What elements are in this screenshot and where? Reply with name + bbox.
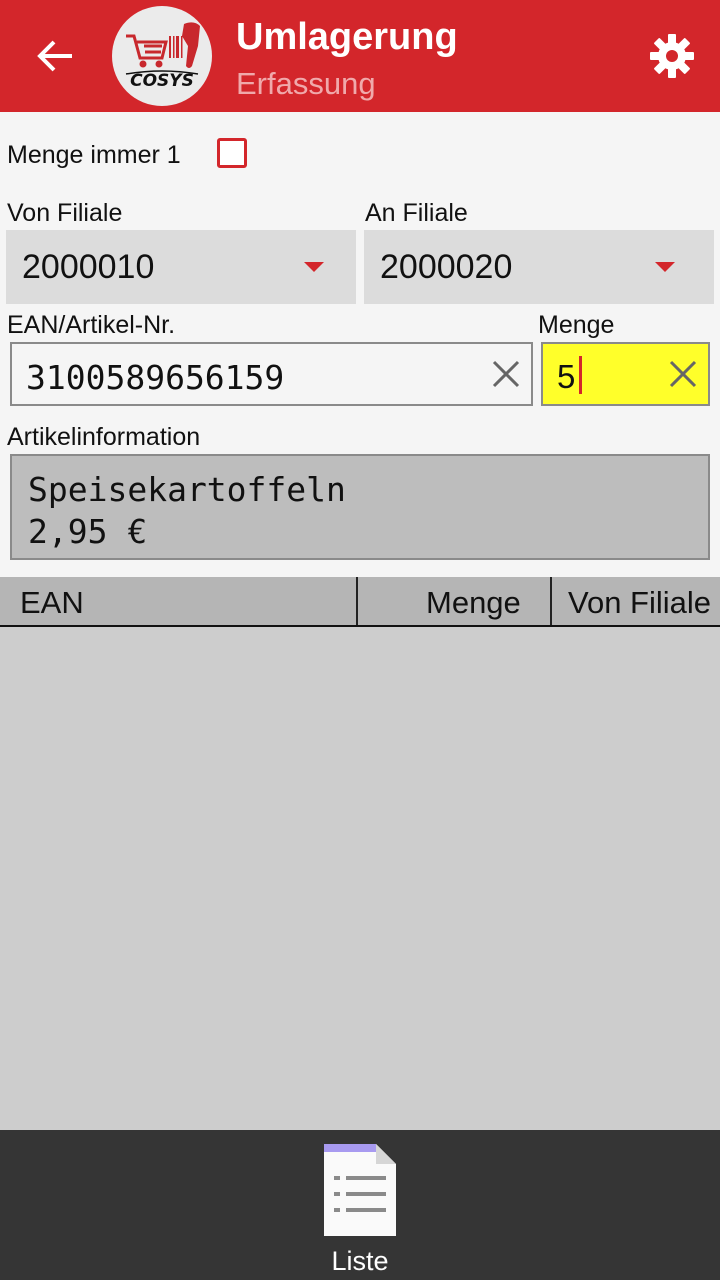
ean-label: EAN/Artikel-Nr. [7, 311, 176, 339]
artikel-preis: 2,95 € [28, 512, 148, 551]
menge-immer-1-label: Menge immer 1 [7, 141, 181, 169]
arrow-back-icon[interactable] [36, 36, 76, 76]
app-bar: COSYS Umlagerung Erfassung [0, 0, 720, 112]
liste-button[interactable]: Liste [280, 1130, 440, 1280]
dropdown-caret-icon [655, 262, 675, 272]
column-header-von-filiale[interactable]: Von Filiale [568, 585, 711, 621]
column-header-ean[interactable]: EAN [20, 585, 84, 621]
clear-icon[interactable] [669, 360, 697, 388]
entries-list[interactable] [0, 627, 720, 1130]
column-divider [356, 577, 358, 625]
artikelinfo-label: Artikelinformation [7, 423, 201, 451]
menge-input[interactable]: 5 [541, 342, 710, 406]
dropdown-caret-icon [304, 262, 324, 272]
artikelinfo-box: Speisekartoffeln 2,95 € [10, 454, 710, 560]
column-header-menge[interactable]: Menge [426, 585, 521, 621]
svg-text:COSYS: COSYS [130, 71, 194, 91]
table-header: EAN Menge Von Filiale [0, 577, 720, 627]
page-subtitle: Erfassung [236, 66, 376, 101]
von-filiale-label: Von Filiale [7, 199, 123, 227]
ean-input[interactable]: 3100589656159 [10, 342, 533, 406]
clear-icon[interactable] [492, 360, 520, 388]
artikel-name: Speisekartoffeln [28, 470, 346, 509]
an-filiale-select[interactable]: 2000020 [364, 230, 714, 304]
liste-label: Liste [331, 1246, 389, 1276]
page-title: Umlagerung [236, 16, 458, 58]
an-filiale-value: 2000020 [380, 248, 513, 286]
column-divider [550, 577, 552, 625]
menge-label: Menge [538, 311, 615, 339]
bottom-nav: Liste [0, 1130, 720, 1280]
cosys-logo: COSYS [112, 6, 212, 106]
von-filiale-select[interactable]: 2000010 [6, 230, 356, 304]
von-filiale-value: 2000010 [22, 248, 155, 286]
menge-value: 5 [557, 358, 576, 395]
menge-immer-1-checkbox[interactable] [217, 138, 247, 168]
text-cursor [579, 356, 582, 394]
ean-value: 3100589656159 [26, 358, 285, 397]
document-list-icon [324, 1144, 396, 1236]
an-filiale-label: An Filiale [365, 199, 468, 227]
gear-icon[interactable] [648, 32, 696, 80]
